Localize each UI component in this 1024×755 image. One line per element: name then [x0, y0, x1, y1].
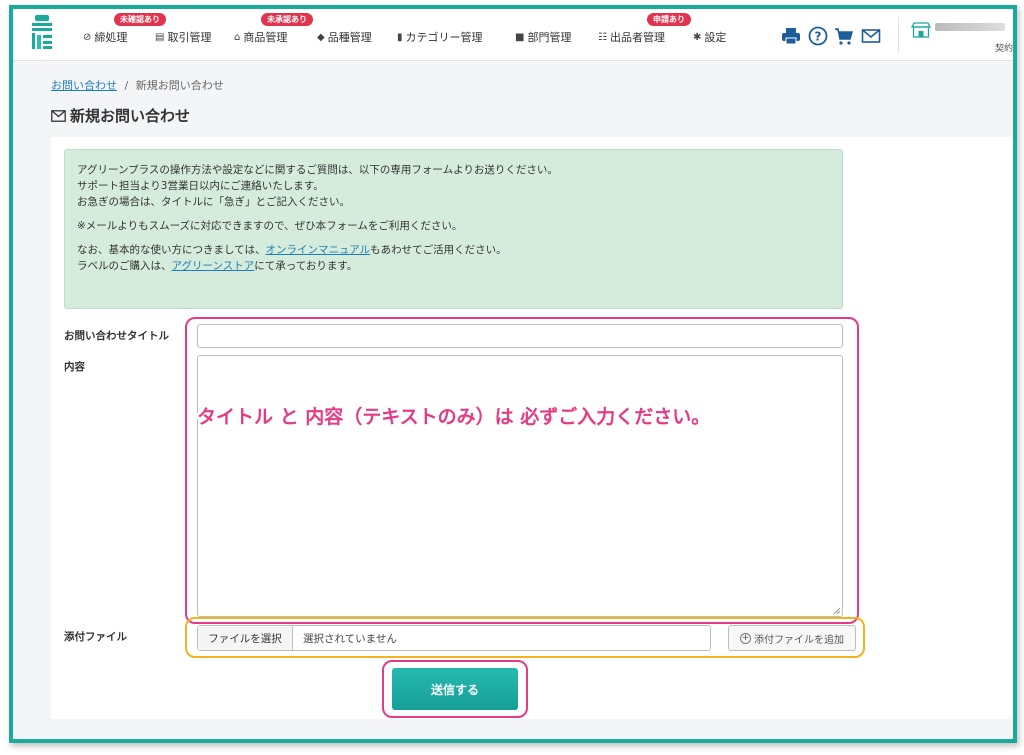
breadcrumb-separator: / [124, 79, 129, 92]
print-icon[interactable] [781, 26, 801, 46]
top-navigation: ⊘ 締処理 未確認あり ▤ 取引管理 ⌂ 商品管理 未承認あり ◆ 品種管理 ▮… [13, 9, 1013, 61]
help-icon[interactable]: ? [808, 26, 828, 46]
notice-line-2: サポート担当より3営業日以内にご連絡いたします。 [77, 180, 324, 192]
nav-sellers-badge: 申請あり [647, 13, 691, 26]
breadcrumb-link-inquiries[interactable]: お問い合わせ [51, 79, 117, 92]
app-logo[interactable] [29, 15, 55, 51]
choose-file-button[interactable]: ファイルを選択 [198, 626, 293, 650]
nav-settings-label: 設定 [704, 31, 727, 44]
nav-closing-badge: 未確認あり [114, 13, 166, 26]
nav-varieties[interactable]: ◆ 品種管理 [317, 29, 372, 45]
title-input[interactable] [197, 324, 843, 348]
nav-departments-label: 部門管理 [527, 31, 572, 44]
title-field-label: お問い合わせタイトル [64, 330, 169, 342]
shop-icon: ⌂ [234, 31, 241, 43]
nav-closing[interactable]: ⊘ 締処理 [83, 29, 127, 45]
ledger-icon: ▤ [155, 31, 165, 43]
notice-line-4: ※メールよりもスムーズに対応できますので、ぜひ本フォームをご利用ください。 [77, 220, 463, 232]
required-fields-annotation: タイトル と 内容（テキストのみ）は 必ずご入力ください。 [197, 406, 711, 428]
nav-transactions[interactable]: ▤ 取引管理 [155, 29, 211, 45]
nav-settings[interactable]: ✱ 設定 [693, 29, 726, 45]
info-notice: アグリーンプラスの操作方法や設定などに関するご質問は、以下の専用フォームよりお送… [64, 149, 843, 309]
agreen-store-link[interactable]: アグリーンストア [172, 260, 255, 272]
store-icon [911, 22, 931, 38]
tag-icon: ◆ [317, 31, 325, 43]
page-title: 新規お問い合わせ [51, 105, 190, 126]
notice-line-3: お急ぎの場合は、タイトルに「急ぎ」とご記入ください。 [77, 196, 350, 208]
notice-line-6: ラベルのご購入は、アグリーンストアにて承っております。 [77, 258, 830, 274]
nav-closing-label: 締処理 [94, 31, 128, 44]
nav-departments[interactable]: ■ 部門管理 [515, 29, 571, 45]
submit-button[interactable]: 送信する [392, 668, 518, 710]
contract-label: 契約 [995, 44, 1014, 54]
file-input-group: ファイルを選択 選択されていません [197, 625, 711, 651]
nav-categories-label: カテゴリー管理 [405, 31, 483, 44]
notice-line-5-post: もあわせてご活用ください。 [370, 244, 507, 256]
nav-sellers[interactable]: ☷ 出品者管理 [598, 29, 665, 45]
svg-text:?: ? [815, 30, 822, 44]
breadcrumb: お問い合わせ / 新規お問い合わせ [51, 77, 224, 93]
notice-line-5: なお、基本的な使い方につきましては、オンラインマニュアルもあわせてご活用ください… [77, 242, 830, 258]
nav-transactions-label: 取引管理 [167, 31, 212, 44]
notice-line-6-post: にて承っております。 [254, 260, 358, 272]
file-status-text: 選択されていません [303, 632, 397, 645]
folder-icon: ■ [515, 31, 525, 43]
content-field-label: 内容 [64, 361, 85, 373]
mail-icon[interactable] [861, 26, 881, 46]
add-attachment-button[interactable]: + 添付ファイルを追加 [728, 625, 856, 651]
user-name [935, 23, 1005, 31]
online-manual-link[interactable]: オンラインマニュアル [265, 244, 370, 256]
attachment-field-label: 添付ファイル [64, 631, 127, 643]
nav-separator [898, 17, 899, 53]
nav-varieties-label: 品種管理 [327, 31, 372, 44]
content-textarea[interactable] [197, 355, 843, 617]
check-circle-icon: ⊘ [83, 31, 92, 43]
gear-icon: ✱ [693, 31, 702, 43]
nav-products-badge: 未承認あり [261, 13, 313, 26]
notice-line-1: アグリーンプラスの操作方法や設定などに関するご質問は、以下の専用フォームよりお送… [77, 164, 558, 176]
nav-products[interactable]: ⌂ 商品管理 [234, 29, 287, 45]
screenshot-frame: ⊘ 締処理 未確認あり ▤ 取引管理 ⌂ 商品管理 未承認あり ◆ 品種管理 ▮… [9, 5, 1017, 743]
notice-line-5-pre: なお、基本的な使い方につきましては、 [77, 244, 266, 256]
plus-circle-icon: + [740, 632, 751, 644]
notice-line-6-pre: ラベルのご購入は、 [77, 260, 172, 272]
nav-products-label: 商品管理 [243, 31, 288, 44]
resize-grip-icon[interactable] [833, 607, 841, 615]
users-icon: ☷ [598, 31, 607, 43]
add-attachment-label: 添付ファイルを追加 [754, 634, 844, 646]
inquiry-form-card: アグリーンプラスの操作方法や設定などに関するご質問は、以下の専用フォームよりお送… [51, 137, 1013, 719]
bookmark-icon: ▮ [397, 31, 403, 43]
cart-icon[interactable] [834, 26, 854, 46]
page-title-text: 新規お問い合わせ [70, 107, 191, 125]
nav-categories[interactable]: ▮ カテゴリー管理 [397, 29, 483, 45]
mail-outline-icon [51, 109, 66, 122]
nav-sellers-label: 出品者管理 [609, 31, 665, 44]
breadcrumb-current: 新規お問い合わせ [135, 79, 224, 92]
